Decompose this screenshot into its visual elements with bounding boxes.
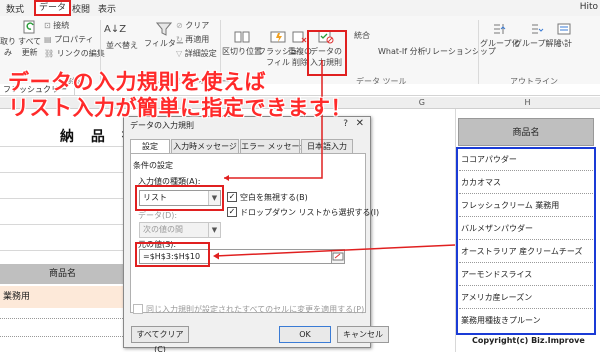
arrow-head bbox=[224, 175, 229, 181]
annotation-arrows bbox=[213, 60, 456, 260]
arrow-to-source bbox=[214, 244, 456, 257]
headline-line-2: リスト入力が簡単に指定できます！ bbox=[8, 96, 352, 120]
arrow-head bbox=[213, 252, 219, 260]
